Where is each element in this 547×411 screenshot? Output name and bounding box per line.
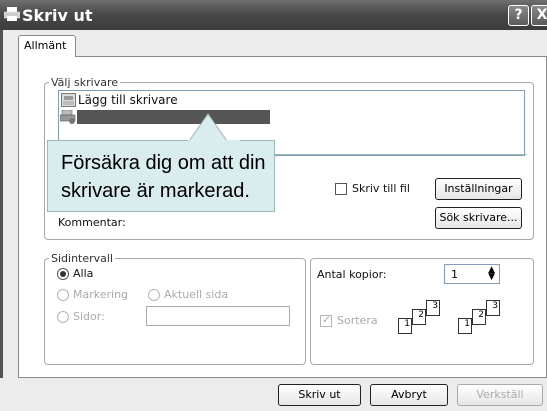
printer-item-add[interactable] <box>61 92 76 111</box>
comment-label: Kommentar: <box>58 216 126 229</box>
printer-group-legend: Välj skrivare <box>51 76 118 89</box>
print-button[interactable]: Skriv ut <box>278 384 361 406</box>
tooltip-pointer <box>188 113 240 142</box>
radio-current-page[interactable] <box>148 289 160 301</box>
copies-spinner[interactable]: 1 ▲ ▼ <box>444 264 500 284</box>
find-printer-button[interactable]: Sök skrivare... <box>435 207 522 229</box>
help-icon: ? <box>514 7 523 23</box>
radio-selection-label: Markering <box>73 288 129 301</box>
tooltip-line <box>275 154 527 155</box>
printer-icon <box>60 110 76 124</box>
collate-checkbox[interactable]: ✓ <box>320 313 332 327</box>
add-printer-icon <box>61 93 76 107</box>
printer-item-add-label: Lägg till skrivare <box>78 93 178 107</box>
tooltip: Försäkra dig om att din skrivare är mark… <box>47 140 275 212</box>
checkmark-icon: ✓ <box>322 313 332 326</box>
radio-pages[interactable] <box>57 311 69 323</box>
radio-all-label: Alla <box>73 267 94 280</box>
apply-button[interactable]: Verkställ <box>457 384 543 406</box>
print-to-file-label: Skriv till fil <box>352 182 410 195</box>
copies-label: Antal kopior: <box>317 268 387 281</box>
print-to-file-checkbox[interactable] <box>335 183 347 195</box>
collate-label: Sortera <box>337 314 378 327</box>
printer-icon <box>4 7 20 21</box>
page-range-legend: Sidintervall <box>51 252 114 265</box>
cancel-button[interactable]: Avbryt <box>370 384 448 406</box>
radio-pages-label: Sidor: <box>73 310 105 323</box>
radio-selection[interactable] <box>57 289 69 301</box>
radio-all[interactable] <box>57 268 69 280</box>
window-title: Skriv ut <box>22 6 93 25</box>
preferences-button[interactable]: Inställningar <box>435 178 522 200</box>
tab-general[interactable]: Allmänt <box>18 35 76 57</box>
radio-dot <box>60 271 66 277</box>
spinner-arrows-icon[interactable]: ▲ ▼ <box>488 266 495 282</box>
help-button[interactable]: ? <box>508 5 529 26</box>
printer-item-selected[interactable] <box>77 110 270 124</box>
collate-pages-icon: 1 2 3 <box>458 300 516 340</box>
radio-current-page-label: Aktuell sida <box>164 288 229 301</box>
collate-pages-icon: 1 2 3 <box>398 300 456 340</box>
close-button[interactable]: X <box>531 5 547 26</box>
close-icon: X <box>536 7 547 23</box>
tooltip-text: Försäkra dig om att din skrivare är mark… <box>61 152 266 202</box>
pages-input[interactable] <box>146 306 290 326</box>
copies-value: 1 <box>451 268 458 281</box>
